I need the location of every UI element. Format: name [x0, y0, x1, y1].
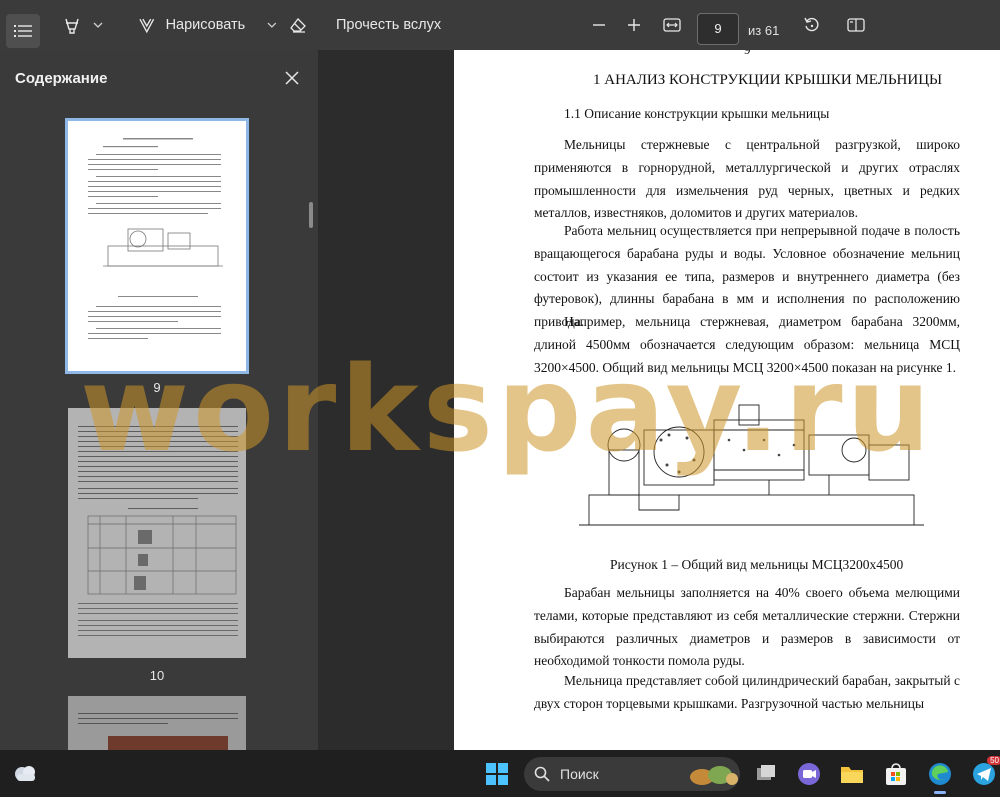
panel-scrollbar[interactable]: [309, 202, 313, 228]
video-chat-icon: [798, 763, 820, 785]
plus-icon: [628, 19, 640, 31]
chapter-heading: 1 АНАЛИЗ КОНСТРУКЦИИ КРЫШКИ МЕЛЬНИЦЫ: [593, 72, 943, 88]
page-number-input[interactable]: 9: [697, 13, 739, 45]
paragraph: Например, мельница стержневая, диаметром…: [534, 314, 960, 375]
contents-toggle-button[interactable]: [6, 14, 40, 48]
toolbar: Нарисовать Прочесть вслух 9 из 61: [0, 0, 1000, 50]
chevron-down-icon[interactable]: [267, 21, 277, 29]
telegram-app[interactable]: 50: [970, 756, 1000, 788]
document-gutter: [318, 50, 454, 750]
task-view-button[interactable]: [752, 760, 780, 788]
search-label: Поиск: [560, 766, 599, 782]
cloud-icon: [15, 766, 35, 781]
fit-width-icon: [663, 18, 681, 32]
search-icon: [534, 766, 550, 782]
taskbar-search[interactable]: Поиск: [524, 757, 740, 791]
page-thumbnail-10[interactable]: [68, 408, 246, 658]
section-heading: 1.1 Описание конструкции крышки мельницы: [564, 106, 830, 121]
start-button[interactable]: [485, 762, 509, 791]
mill-figure: [579, 404, 924, 526]
page-thumbnail-9[interactable]: [65, 118, 249, 374]
windows-logo-icon: [486, 763, 508, 785]
contents-panel-title: Содержание: [15, 70, 108, 87]
zoom-in-button[interactable]: [620, 8, 648, 42]
edge-icon: [929, 763, 951, 785]
rotate-icon: [804, 17, 819, 32]
close-panel-button[interactable]: [280, 66, 304, 90]
highlighter-icon: [65, 18, 79, 34]
page-total: из 61: [748, 23, 780, 38]
page-thumbnail-preview: [78, 713, 238, 750]
thumbnail-label: 9: [153, 380, 161, 395]
notification-badge: 50: [987, 756, 1000, 765]
rotate-button[interactable]: [798, 8, 826, 42]
highlight-button[interactable]: [58, 8, 108, 42]
two-page-icon: [847, 18, 865, 32]
paragraph: Барабан мельницы заполняется на 40% свое…: [534, 585, 960, 669]
store-icon: [886, 763, 906, 785]
folder-icon: [841, 767, 863, 783]
draw-button[interactable]: Нарисовать: [132, 8, 277, 42]
task-view-icon: [757, 765, 775, 780]
list-icon: [14, 25, 32, 37]
edge-browser-app[interactable]: [926, 760, 954, 794]
figure-caption: Рисунок 1 – Общий вид мельницы МСЦ3200x4…: [610, 557, 904, 572]
taskbar: Поиск 50: [0, 750, 1000, 797]
file-explorer-app[interactable]: [838, 760, 866, 788]
contents-panel: Содержание 9 10: [0, 50, 318, 750]
read-aloud-label: Прочесть вслух: [336, 17, 442, 33]
paragraph: Мельница представляет собой цилиндрическ…: [534, 673, 960, 711]
pdf-viewer-window: Нарисовать Прочесть вслух 9 из 61 Содерж…: [0, 0, 1000, 797]
zoom-out-button[interactable]: [585, 8, 613, 42]
chat-app[interactable]: [795, 760, 823, 788]
minus-icon: [593, 24, 605, 26]
page-thumbnail-11[interactable]: [68, 696, 246, 750]
page-number: 9: [744, 50, 751, 58]
page-thumbnail-preview: [78, 426, 238, 636]
fit-width-button[interactable]: [658, 8, 686, 42]
search-highlight-image: [690, 766, 738, 785]
page-view-button[interactable]: [842, 8, 870, 42]
document-page[interactable]: 9 1 АНАЛИЗ КОНСТРУКЦИИ КРЫШКИ МЕЛЬНИЦЫ 1…: [454, 50, 1000, 750]
paragraph: Мельницы стержневые с центральной разгру…: [534, 137, 960, 221]
weather-widget[interactable]: [12, 762, 38, 789]
chevron-down-icon[interactable]: [93, 21, 103, 29]
erase-button[interactable]: [284, 8, 312, 42]
eraser-icon: [290, 18, 306, 33]
close-icon: [285, 71, 299, 85]
store-app[interactable]: [882, 760, 910, 788]
pen-icon: [139, 18, 155, 34]
thumbnail-label: 10: [149, 668, 165, 683]
draw-label: Нарисовать: [165, 17, 246, 33]
page-thumbnail-preview: [88, 138, 223, 339]
read-aloud-button[interactable]: Прочесть вслух: [330, 8, 445, 42]
